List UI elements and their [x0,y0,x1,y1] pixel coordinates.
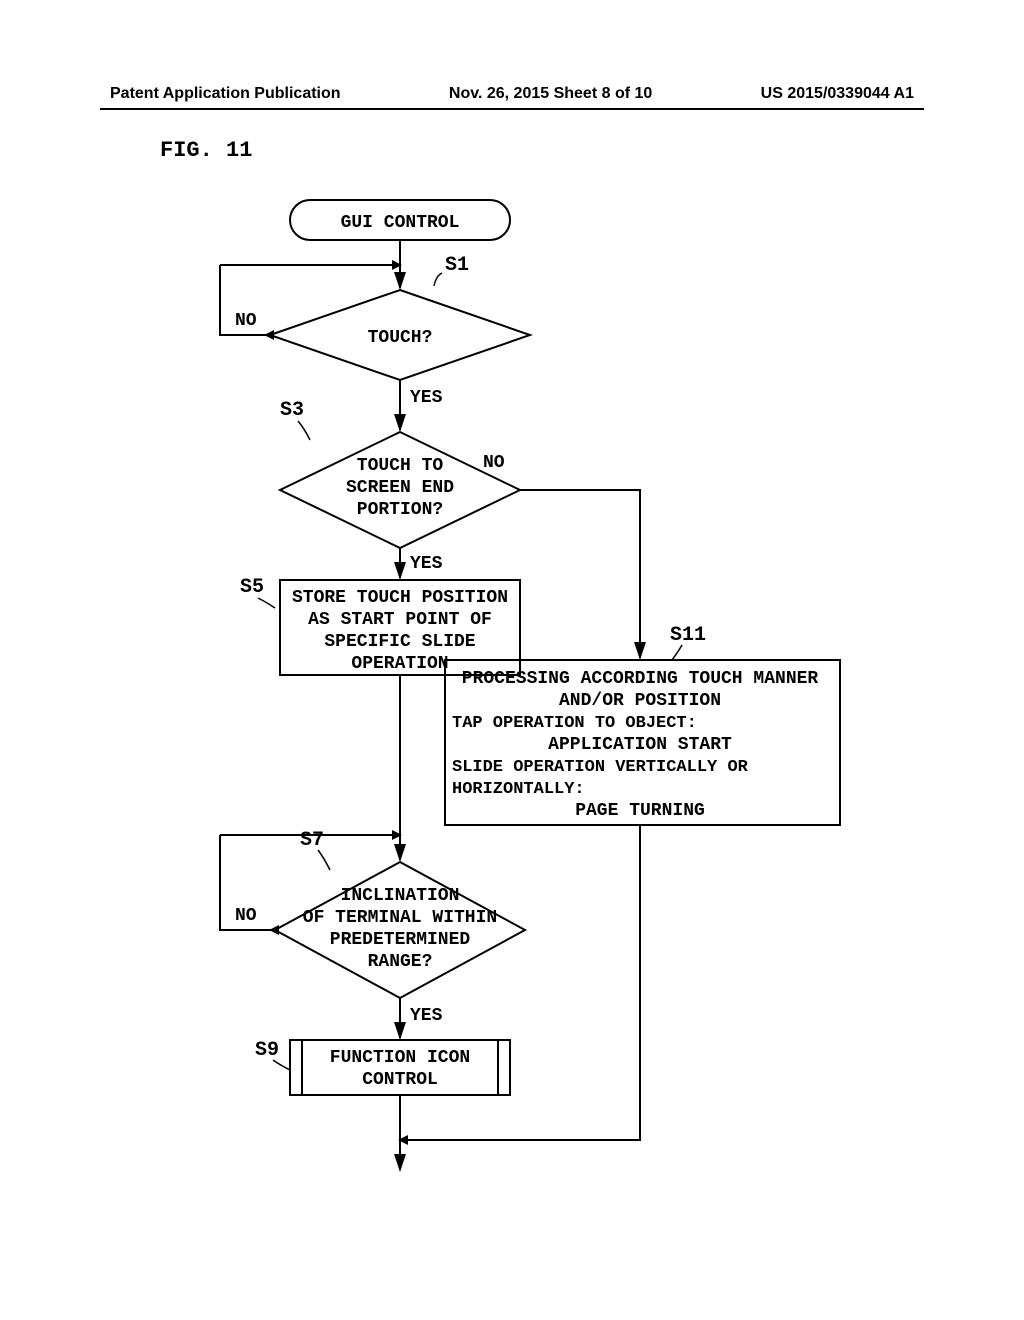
decision-s1-text: TOUCH? [368,328,433,348]
edge-s11-merge [400,825,640,1140]
s1-no-label: NO [235,311,257,331]
d3-l1: INCLINATION [341,886,460,906]
header-right: US 2015/0339044 A1 [761,85,914,103]
start-node: GUI CONTROL [290,200,510,240]
step-s7-label: S7 [300,829,324,852]
process-s11: PROCESSING ACCORDING TOUCH MANNER AND/OR… [445,660,840,825]
s7-yes-label: YES [410,1006,443,1026]
s7-no-arrowhead [269,925,279,935]
p3-l1: FUNCTION ICON [330,1048,470,1068]
page-header: Patent Application Publication Nov. 26, … [0,85,1024,103]
edge-s3-s11 [520,490,640,658]
decision-s3: TOUCH TO SCREEN END PORTION? [280,432,520,548]
s11-callout-line [672,645,682,660]
p2-l6: HORIZONTALLY: [452,780,585,799]
s9-callout-line [273,1060,290,1070]
header-left: Patent Application Publication [110,85,341,103]
p2-l5: SLIDE OPERATION VERTICALLY OR [452,758,749,777]
s1-no-arrowhead [264,330,274,340]
figure-label: FIG. 11 [160,138,252,163]
s3-callout-line [298,421,310,440]
step-s9-label: S9 [255,1039,279,1062]
p3-l2: CONTROL [362,1070,438,1090]
step-s11-label: S11 [670,624,706,647]
p1-l1: STORE TOUCH POSITION [292,588,508,608]
header-center: Nov. 26, 2015 Sheet 8 of 10 [449,85,652,103]
p2-l7: PAGE TURNING [575,801,705,821]
decision-s7: INCLINATION OF TERMINAL WITHIN PREDETERM… [275,862,525,998]
p2-l2: AND/OR POSITION [559,691,721,711]
p2-l4: APPLICATION START [548,735,732,755]
d3-l2: OF TERMINAL WITHIN [303,908,497,928]
s3-no-label: NO [483,453,505,473]
s1-callout-line [434,273,442,286]
d2-l1: TOUCH TO [357,456,444,476]
p2-l1: PROCESSING ACCORDING TOUCH MANNER [462,669,819,689]
p2-l3: TAP OPERATION TO OBJECT: [452,714,697,733]
header-divider [100,108,924,110]
d3-l4: RANGE? [368,952,433,972]
s1-yes-label: YES [410,388,443,408]
step-s3-label: S3 [280,399,304,422]
start-text: GUI CONTROL [341,213,460,233]
s5-callout-line [258,598,275,608]
s3-yes-label: YES [410,554,443,574]
subroutine-s9: FUNCTION ICON CONTROL [290,1040,510,1095]
step-s5-label: S5 [240,576,264,599]
decision-s1: TOUCH? [270,290,530,380]
d3-l3: PREDETERMINED [330,930,471,950]
d2-l3: PORTION? [357,500,443,520]
flowchart-diagram: GUI CONTROL S1 TOUCH? NO YES S3 TOUCH TO… [220,190,860,1190]
step-s1-label: S1 [445,254,469,277]
p1-l2: AS START POINT OF [308,610,492,630]
s7-no-label: NO [235,906,257,926]
s7-callout-line [318,850,330,870]
p1-l3: SPECIFIC SLIDE [324,632,475,652]
p1-l4: OPERATION [351,654,448,674]
d2-l2: SCREEN END [346,478,454,498]
